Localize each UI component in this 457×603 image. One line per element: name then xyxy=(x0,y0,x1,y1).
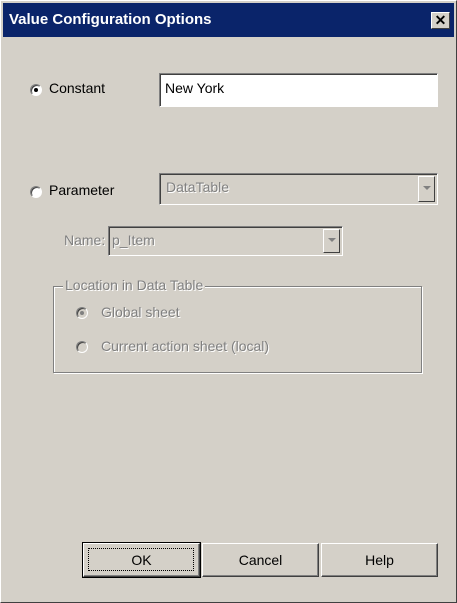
global-sheet-radio-dot xyxy=(80,311,84,315)
close-icon: ✕ xyxy=(434,12,447,28)
constant-radio-dot xyxy=(34,88,38,92)
parameter-name-value: p_Item xyxy=(112,232,155,248)
cancel-button-label: Cancel xyxy=(238,552,283,568)
ok-button[interactable]: OK xyxy=(82,542,201,578)
name-label: Name: xyxy=(64,232,106,248)
title-bar: Value Configuration Options ✕ xyxy=(3,3,454,37)
location-groupbox-title: Location in Data Table xyxy=(63,277,206,293)
parameter-type-select[interactable]: DataTable xyxy=(159,173,438,205)
parameter-radio[interactable] xyxy=(30,186,42,198)
ok-focus-rect xyxy=(88,548,194,571)
value-configuration-dialog: Value Configuration Options ✕ Constant N… xyxy=(0,0,457,603)
global-sheet-radio[interactable] xyxy=(76,307,88,319)
parameter-label[interactable]: Parameter xyxy=(49,182,114,198)
constant-radio[interactable] xyxy=(30,84,42,96)
current-action-sheet-radio[interactable] xyxy=(76,341,88,353)
close-button[interactable]: ✕ xyxy=(431,12,450,29)
chevron-down-icon xyxy=(423,186,431,190)
parameter-name-dropdown-button[interactable] xyxy=(323,229,340,253)
chevron-down-icon xyxy=(328,238,336,242)
parameter-name-select[interactable]: p_Item xyxy=(108,226,343,256)
location-groupbox xyxy=(53,286,422,373)
parameter-type-value: DataTable xyxy=(166,179,230,195)
constant-label[interactable]: Constant xyxy=(49,80,105,96)
parameter-type-dropdown-button[interactable] xyxy=(418,176,435,202)
global-sheet-label: Global sheet xyxy=(101,304,180,320)
current-action-sheet-label: Current action sheet (local) xyxy=(101,338,270,354)
constant-value-input[interactable]: New York xyxy=(159,73,438,107)
cancel-button[interactable]: Cancel xyxy=(202,543,319,577)
window-title: Value Configuration Options xyxy=(9,11,212,28)
help-button-label: Help xyxy=(365,552,394,568)
help-button[interactable]: Help xyxy=(321,543,438,577)
